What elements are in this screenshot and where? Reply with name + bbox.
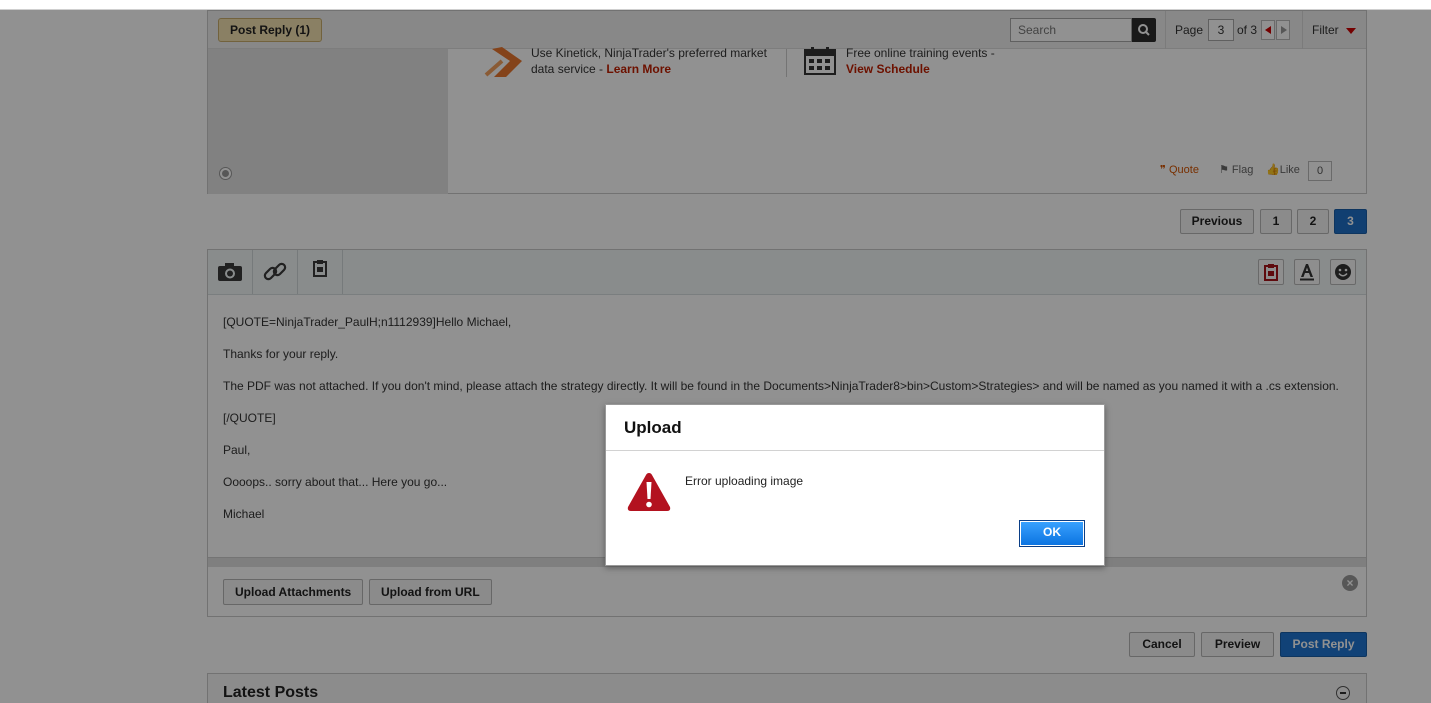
modal-overlay [0,10,1431,703]
ok-button[interactable]: OK [1019,520,1085,547]
upload-error-dialog: Upload Error uploading image OK [605,404,1105,566]
top-strip [0,0,1431,10]
dialog-title: Upload [624,418,682,437]
warning-icon [627,473,671,511]
dialog-divider [606,450,1104,451]
dialog-message: Error uploading image [685,474,804,488]
